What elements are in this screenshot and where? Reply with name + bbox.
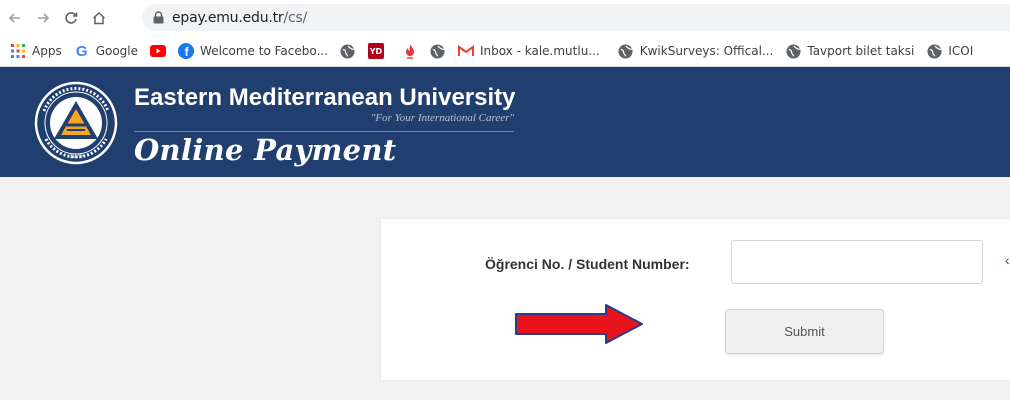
back-button[interactable] <box>2 5 28 31</box>
gmail-icon <box>457 43 474 59</box>
browser-toolbar: epay.emu.edu.tr/cs/ <box>0 0 1010 36</box>
url-text: epay.emu.edu.tr/cs/ <box>172 10 307 26</box>
url-host: epay.emu.edu.tr <box>172 9 284 26</box>
bookmark-globe-1[interactable] <box>340 43 356 59</box>
youtube-icon <box>150 43 167 59</box>
back-arrow-icon <box>8 13 20 23</box>
forward-button[interactable] <box>30 5 56 31</box>
bookmark-label: ICOI <box>948 44 974 58</box>
reload-button[interactable] <box>58 5 84 31</box>
bookmark-tavport[interactable]: Tavport bilet taksi <box>785 43 914 59</box>
home-icon <box>92 11 106 25</box>
bookmark-label: Google <box>95 44 139 58</box>
bookmark-facebook[interactable]: f Welcome to Facebo... <box>178 43 328 59</box>
globe-icon <box>785 43 801 59</box>
yd-icon: YD <box>367 43 384 59</box>
bookmark-label: Welcome to Facebo... <box>200 44 328 58</box>
lock-icon <box>153 11 164 24</box>
bookmark-label: KwikSurveys: Offical... <box>639 44 774 58</box>
student-number-input[interactable] <box>731 240 983 284</box>
url-path: /cs/ <box>283 9 308 26</box>
bookmark-label: Tavport bilet taksi <box>807 44 915 58</box>
bookmark-youtube[interactable] <box>150 43 167 59</box>
bookmark-flame[interactable] <box>402 43 418 59</box>
banner-divider <box>134 131 514 132</box>
logo-year: 1979 <box>69 154 83 160</box>
student-number-label: Öğrenci No. / Student Number: <box>485 256 690 272</box>
globe-icon <box>340 43 356 59</box>
bookmark-icoi[interactable]: ICOI <box>926 43 973 59</box>
google-icon: G <box>75 42 88 60</box>
payment-form-panel: Öğrenci No. / Student Number: ‹ Submit <box>381 219 1010 380</box>
bookmark-gmail[interactable]: Inbox - kale.mutlu... <box>457 43 600 59</box>
bookmark-google[interactable]: G Google <box>74 42 139 60</box>
submit-button[interactable]: Submit <box>725 309 884 354</box>
apps-grid-icon <box>10 43 26 59</box>
page-subtitle: Online Payment <box>134 133 397 167</box>
bookmarks-bar: Apps G Google f Welcome to Facebo... YD <box>0 36 1010 67</box>
bookmark-label: Inbox - kale.mutlu... <box>479 44 600 58</box>
bookmark-label: YD <box>369 46 383 56</box>
bookmark-kwiksurveys[interactable]: KwikSurveys: Offical... <box>618 43 774 59</box>
reload-icon <box>65 12 78 24</box>
university-name: Eastern Mediterranean University <box>134 84 516 111</box>
university-seal-logo: 1979 <box>34 81 118 165</box>
globe-icon <box>926 43 942 59</box>
field-hint-glyph: ‹ <box>1005 252 1010 268</box>
home-button[interactable] <box>86 5 112 31</box>
globe-icon <box>430 43 446 59</box>
globe-icon <box>618 43 634 59</box>
bookmark-label: Apps <box>32 44 62 58</box>
header-banner: 1979 Eastern Mediterranean University "F… <box>0 67 1010 177</box>
bookmark-globe-2[interactable] <box>430 43 446 59</box>
forward-arrow-icon <box>38 13 50 23</box>
bookmark-apps[interactable]: Apps <box>10 43 62 59</box>
bookmark-yd[interactable]: YD <box>367 43 390 59</box>
red-arrow-annotation <box>515 304 643 344</box>
flame-icon <box>402 43 418 59</box>
facebook-icon: f <box>178 43 195 59</box>
address-bar[interactable]: epay.emu.edu.tr/cs/ <box>142 4 1010 31</box>
university-tagline: "For Your International Career" <box>370 112 514 124</box>
